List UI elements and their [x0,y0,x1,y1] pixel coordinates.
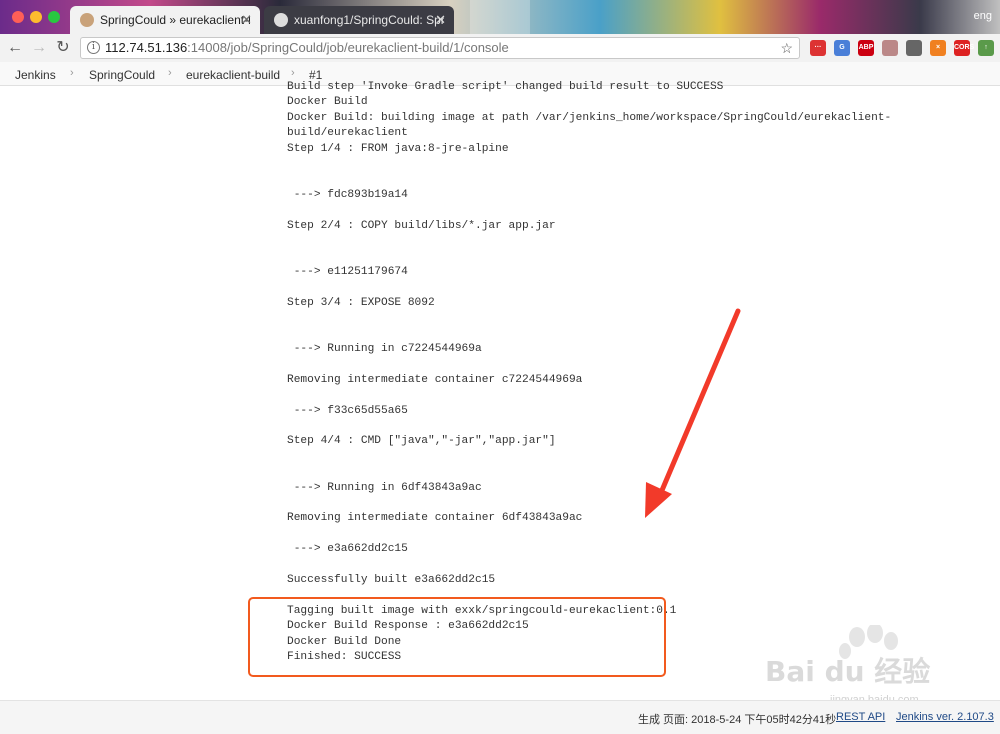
annotation-arrow [645,308,741,518]
rest-api-link[interactable]: REST API [836,711,885,723]
watermark-text: Bai du 经验 [765,655,931,688]
page-footer: 生成 页面: 2018-5-24 下午05时42分41秒 REST API Je… [0,700,1000,734]
jenkins-version-link[interactable]: Jenkins ver. 2.107.3 [896,711,994,723]
page-generated-timestamp: 生成 页面: 2018-5-24 下午05时42分41秒 [638,714,837,726]
